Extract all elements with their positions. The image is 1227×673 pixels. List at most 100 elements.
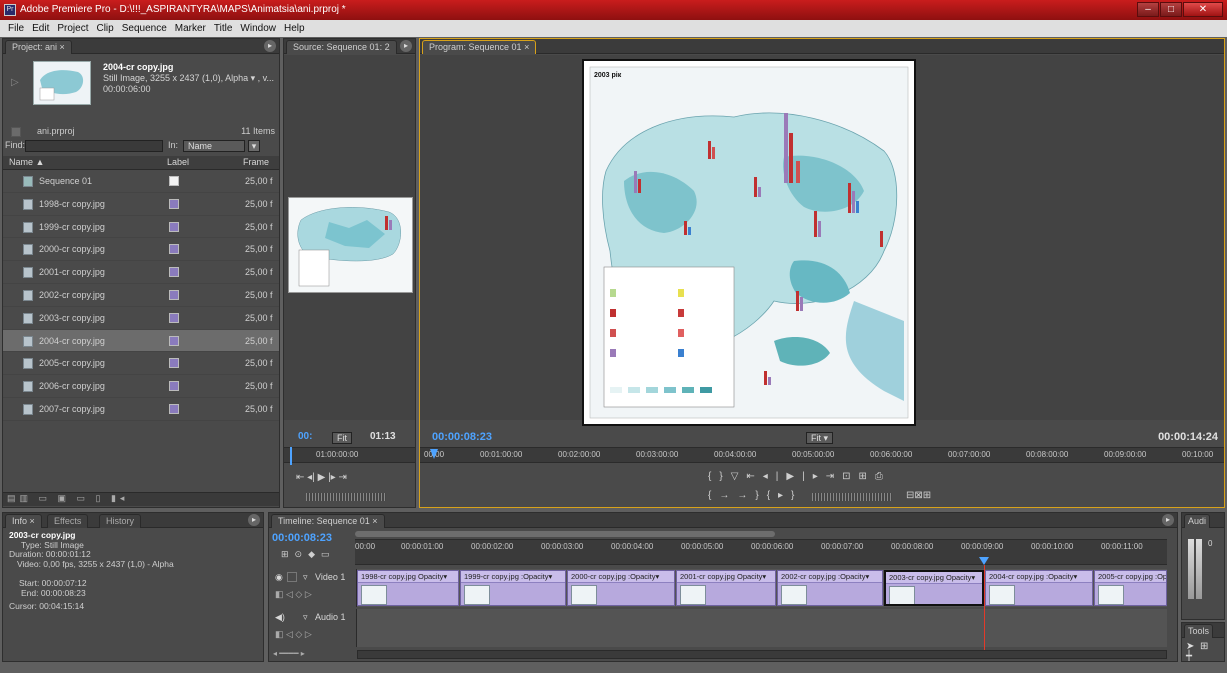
tab-history[interactable]: History (99, 514, 142, 528)
program-ruler[interactable]: 00:00 00:01:00:00 00:02:00:00 00:03:00:0… (420, 447, 1224, 463)
menu-edit[interactable]: Edit (32, 20, 49, 37)
clip-fx[interactable]: :Opacity▾ (628, 572, 659, 581)
timeline-clip[interactable]: 1998-cr copy.jpg Opacity▾ (357, 570, 459, 606)
col-frame[interactable]: Frame (243, 156, 269, 169)
go-to-out-icon[interactable]: ⇥ (826, 471, 842, 482)
play-icon[interactable]: ▷ (11, 77, 19, 88)
list-item[interactable]: 2001-cr copy.jpg 25,00 f (3, 261, 279, 284)
menu-clip[interactable]: Clip (96, 20, 113, 37)
list-item[interactable]: 2002-cr copy.jpg 25,00 f (3, 284, 279, 307)
export-frame-icon[interactable]: ⎙ (875, 471, 891, 482)
work-area-bar[interactable] (355, 531, 775, 537)
list-item[interactable]: 1999-cr copy.jpg 25,00 f (3, 216, 279, 239)
menu-project[interactable]: Project (57, 20, 88, 37)
chevron-down-icon[interactable]: ▾ (248, 140, 260, 152)
frame-back-icon[interactable]: ◂| (307, 472, 315, 483)
mark-in-icon[interactable]: { (708, 471, 719, 482)
play-icon[interactable]: ▶ (786, 471, 802, 482)
clip-fx[interactable]: Opacity▾ (418, 572, 447, 581)
snap-icon[interactable]: ⊞ (281, 549, 295, 559)
collapse-icon[interactable]: ▿ (303, 572, 308, 583)
marker-icon[interactable]: ▽ (731, 471, 747, 482)
speaker-icon[interactable]: ◀) (275, 612, 285, 623)
menu-help[interactable]: Help (284, 20, 305, 37)
program-fit-select[interactable]: Fit ▾ (806, 432, 834, 444)
close-icon[interactable]: × (30, 516, 35, 526)
panel-menu-icon[interactable]: ▸ (264, 40, 276, 52)
menu-window[interactable]: Window (240, 20, 276, 37)
timeline-timecode[interactable]: 00:00:08:23 (272, 532, 332, 544)
tab-project[interactable]: Project: ani × (5, 40, 72, 54)
tab-program[interactable]: Program: Sequence 01 × (422, 40, 537, 54)
clip-fx[interactable]: :Opacity▾ (838, 572, 869, 581)
lift-icon[interactable]: ⊡ (842, 471, 858, 482)
step-back-icon[interactable]: ⇤ (296, 472, 304, 483)
timeline-clip[interactable]: 2000-cr copy.jpg :Opacity▾ (567, 570, 675, 606)
timeline-ruler[interactable]: 00:00 00:00:01:00 00:00:02:00 00:00:03:0… (355, 539, 1167, 565)
tab-info[interactable]: Info × (5, 514, 42, 528)
list-item[interactable]: 2007-cr copy.jpg 25,00 f (3, 398, 279, 421)
timeline-clip[interactable]: 1999-cr copy.jpg :Opacity▾ (460, 570, 566, 606)
close-icon[interactable]: × (60, 42, 65, 52)
keyframe-nav-icon[interactable]: ◧ ◁ ◇ ▷ (275, 589, 312, 600)
list-item[interactable]: 2003-cr copy.jpg 25,00 f (3, 307, 279, 330)
list-item[interactable]: 2004-cr copy.jpg 25,00 f (3, 329, 279, 353)
timeline-clip[interactable]: 2002-cr copy.jpg :Opacity▾ (777, 570, 883, 606)
mark-out-icon[interactable]: } (719, 471, 730, 482)
clip-fx[interactable]: Opacity▾ (946, 573, 975, 582)
keyframe-icon[interactable]: ◆ (308, 549, 321, 559)
clip-fx[interactable]: Opacity▾ (737, 572, 766, 581)
col-label[interactable]: Label (167, 156, 189, 169)
tab-source[interactable]: Source: Sequence 01: 2 (286, 40, 397, 54)
tab-effects[interactable]: Effects (47, 514, 89, 528)
track-select-icon[interactable]: ⊞ (1200, 641, 1208, 652)
timeline-scrollbar[interactable] (357, 650, 1167, 659)
timeline-playhead-line[interactable] (984, 565, 985, 655)
chevron-down-icon[interactable]: ▾ (824, 433, 829, 443)
timeline-clip-selected[interactable]: 2003-cr copy.jpg Opacity▾ (884, 570, 984, 606)
frame-forward-icon[interactable]: |▸ (328, 472, 336, 483)
list-item[interactable]: 2006-cr copy.jpg 25,00 f (3, 375, 279, 398)
source-current-timecode[interactable]: 00: (298, 431, 312, 442)
loop-icon[interactable]: →} (737, 490, 766, 501)
timeline-zoom-bar[interactable]: ◂ ━━━━ ▸ (273, 649, 353, 659)
menu-sequence[interactable]: Sequence (122, 20, 167, 37)
panel-menu-icon[interactable]: ▸ (248, 514, 260, 526)
play-in-to-out-icon[interactable]: {→ (708, 490, 737, 501)
source-playhead[interactable] (290, 447, 292, 465)
col-name[interactable]: Name ▲ (9, 156, 44, 169)
eye-icon[interactable]: ◉ (275, 572, 283, 583)
extract-icon[interactable]: ⊞ (859, 471, 875, 482)
list-item[interactable]: 1998-cr copy.jpg 25,00 f (3, 193, 279, 216)
timeline-clip[interactable]: 2005-cr copy.jpg :Opacity▾ (1094, 570, 1167, 606)
close-icon[interactable]: × (372, 516, 377, 526)
set-marker-icon[interactable]: ⊙ (295, 549, 309, 559)
clip-fx[interactable]: :Opacity▾ (1155, 572, 1166, 581)
menu-title[interactable]: Title (214, 20, 233, 37)
clip-fx[interactable]: :Opacity▾ (1046, 572, 1077, 581)
maximize-button[interactable]: □ (1160, 2, 1182, 17)
tab-audio-meters[interactable]: Audi (1184, 514, 1211, 528)
program-current-timecode[interactable]: 00:00:08:23 (432, 431, 492, 443)
find-input[interactable] (25, 140, 163, 152)
list-view-icon[interactable]: ▤▥ ▭ ▣ ▭ ▯ ▮◂ (7, 493, 128, 504)
collapse-icon[interactable]: ▿ (303, 612, 308, 623)
safe-margins-icon[interactable]: {▸} (767, 490, 803, 501)
source-jog[interactable] (306, 493, 386, 501)
source-ruler[interactable]: 01:00:00:00 (284, 447, 415, 463)
minimize-button[interactable]: – (1137, 2, 1159, 17)
list-item[interactable]: 2000-cr copy.jpg 25,00 f (3, 238, 279, 262)
in-select[interactable]: Name ▾ (183, 140, 260, 152)
step-forward-icon[interactable]: |▸ (802, 471, 826, 482)
close-button[interactable]: ✕ (1183, 2, 1223, 17)
panel-menu-icon[interactable]: ▸ (400, 40, 412, 52)
panel-menu-icon[interactable]: ▸ (1162, 514, 1174, 526)
ripple-edit-icon[interactable]: ┿ (1186, 651, 1192, 661)
tab-timeline[interactable]: Timeline: Sequence 01 × (271, 514, 385, 528)
go-to-in-icon[interactable]: ⇤ (746, 471, 762, 482)
timeline-clip[interactable]: 2004-cr copy.jpg :Opacity▾ (985, 570, 1093, 606)
close-icon[interactable]: × (524, 42, 529, 52)
play-icon[interactable]: ▶ (318, 472, 326, 483)
trim-icon[interactable]: ⊟⊠⊞ (906, 490, 931, 501)
menu-marker[interactable]: Marker (175, 20, 206, 37)
